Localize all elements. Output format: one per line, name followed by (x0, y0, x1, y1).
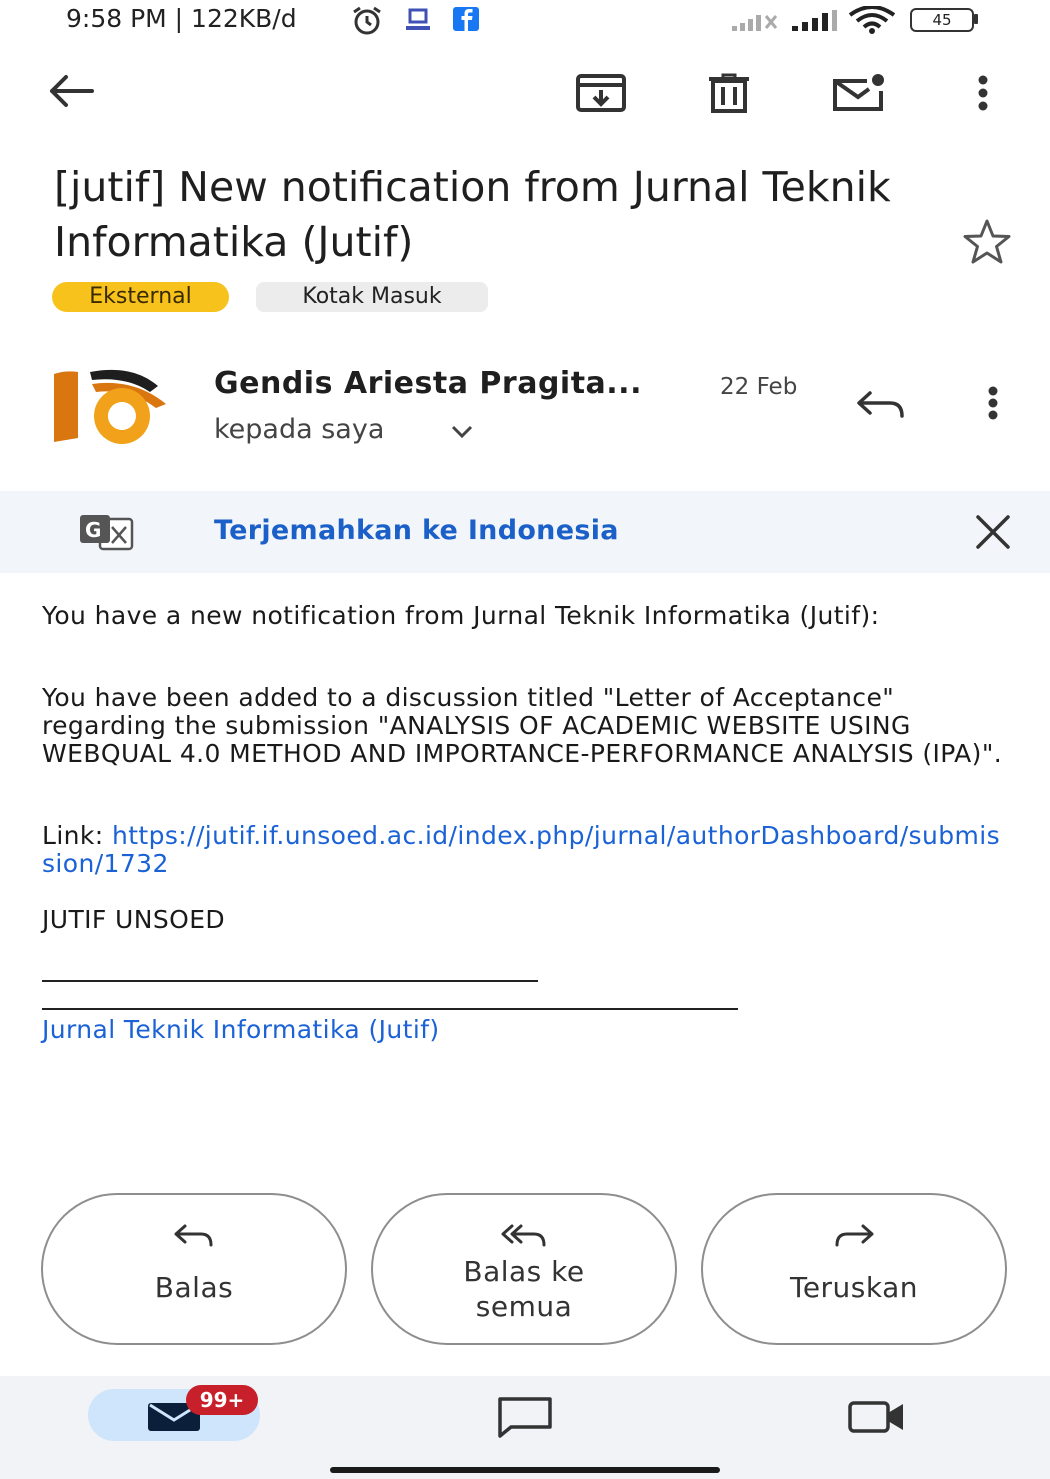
status-time: 9:58 PM | 122KB/d (66, 4, 297, 33)
gesture-home-bar[interactable] (330, 1467, 720, 1473)
reply-icon (857, 391, 904, 418)
label-inbox[interactable]: Kotak Masuk (256, 282, 488, 312)
sender-avatar[interactable] (52, 366, 172, 446)
email-subject: [jutif] New notification from Jurnal Tek… (54, 163, 891, 266)
nav-meet[interactable] (842, 1382, 912, 1452)
video-camera-icon (848, 1401, 903, 1433)
mark-unread-icon (833, 74, 884, 111)
forward-button[interactable]: Teruskan (701, 1193, 1007, 1345)
back-arrow-icon (50, 75, 94, 107)
close-translate-button[interactable] (958, 497, 1028, 567)
wifi-icon (848, 6, 896, 34)
signal-sim1-icon (792, 10, 837, 31)
submission-link[interactable]: https://jutif.if.unsoed.ac.id/index.php/… (42, 821, 1000, 878)
reply-quick-button[interactable] (846, 370, 916, 440)
reply-all-label-line1: Balas ke (463, 1255, 585, 1288)
sender-name[interactable]: Gendis Ariesta Pragita... (214, 366, 642, 401)
reply-icon (174, 1224, 213, 1247)
sender-more-button[interactable] (958, 368, 1028, 438)
forward-icon (835, 1224, 874, 1247)
mark-unread-button[interactable] (824, 58, 894, 128)
reply-all-label-line2: semua (475, 1290, 573, 1323)
chat-icon (498, 1397, 552, 1438)
star-button[interactable] (952, 206, 1022, 276)
delete-button[interactable] (694, 58, 764, 128)
jutif-logo-icon (54, 369, 166, 444)
email-date: 22 Feb (720, 374, 798, 400)
reply-label: Balas (154, 1271, 234, 1304)
battery-tip (974, 14, 978, 24)
close-icon (976, 515, 1010, 549)
delete-icon (709, 73, 749, 113)
archive-button[interactable] (566, 58, 636, 128)
reply-button[interactable]: Balas (41, 1193, 347, 1345)
separator-line-2 (42, 1008, 738, 1010)
translate-bar: G Terjemahkan ke Indonesia (0, 491, 1050, 573)
body-paragraph-discussion: You have been added to a discussion titl… (42, 683, 1003, 768)
reply-all-button[interactable]: Balas ke semua (371, 1193, 677, 1345)
battery-level: 45 (932, 11, 952, 29)
star-icon (963, 219, 1011, 264)
link-prefix: Link: (42, 821, 112, 850)
battery-icon: 45 (910, 8, 974, 32)
more-vert-icon (978, 75, 988, 111)
signal-sim2-icon (732, 15, 778, 31)
alarm-icon (353, 6, 381, 35)
more-options-button[interactable] (948, 58, 1018, 128)
translate-link[interactable]: Terjemahkan ke Indonesia (214, 515, 619, 546)
unread-badge: 99+ (186, 1385, 258, 1415)
body-link-line: Link: https://jutif.if.unsoed.ac.id/inde… (42, 822, 1012, 878)
google-translate-icon: G (80, 515, 134, 551)
back-button[interactable] (36, 56, 106, 126)
svg-text:G: G (85, 518, 101, 542)
reply-all-icon (501, 1224, 546, 1247)
status-bar: 9:58 PM | 122KB/d 45 (0, 0, 1050, 40)
archive-icon (576, 74, 626, 112)
usb-notification-icon (406, 8, 430, 30)
more-vert-icon (988, 386, 998, 420)
recipient-label: kepada saya (214, 414, 385, 445)
facebook-icon (453, 7, 479, 31)
nav-chat[interactable] (490, 1382, 560, 1452)
body-paragraph-intro: You have a new notification from Jurnal … (42, 601, 880, 630)
chevron-down-icon (451, 425, 473, 439)
recipient-toggle[interactable]: kepada saya (214, 414, 484, 450)
journal-footer-link[interactable]: Jurnal Teknik Informatika (Jutif) (42, 1016, 1012, 1044)
forward-label: Teruskan (789, 1271, 919, 1304)
signature: JUTIF UNSOED (42, 905, 226, 934)
separator-line-1 (42, 980, 538, 982)
label-external[interactable]: Eksternal (52, 282, 229, 312)
